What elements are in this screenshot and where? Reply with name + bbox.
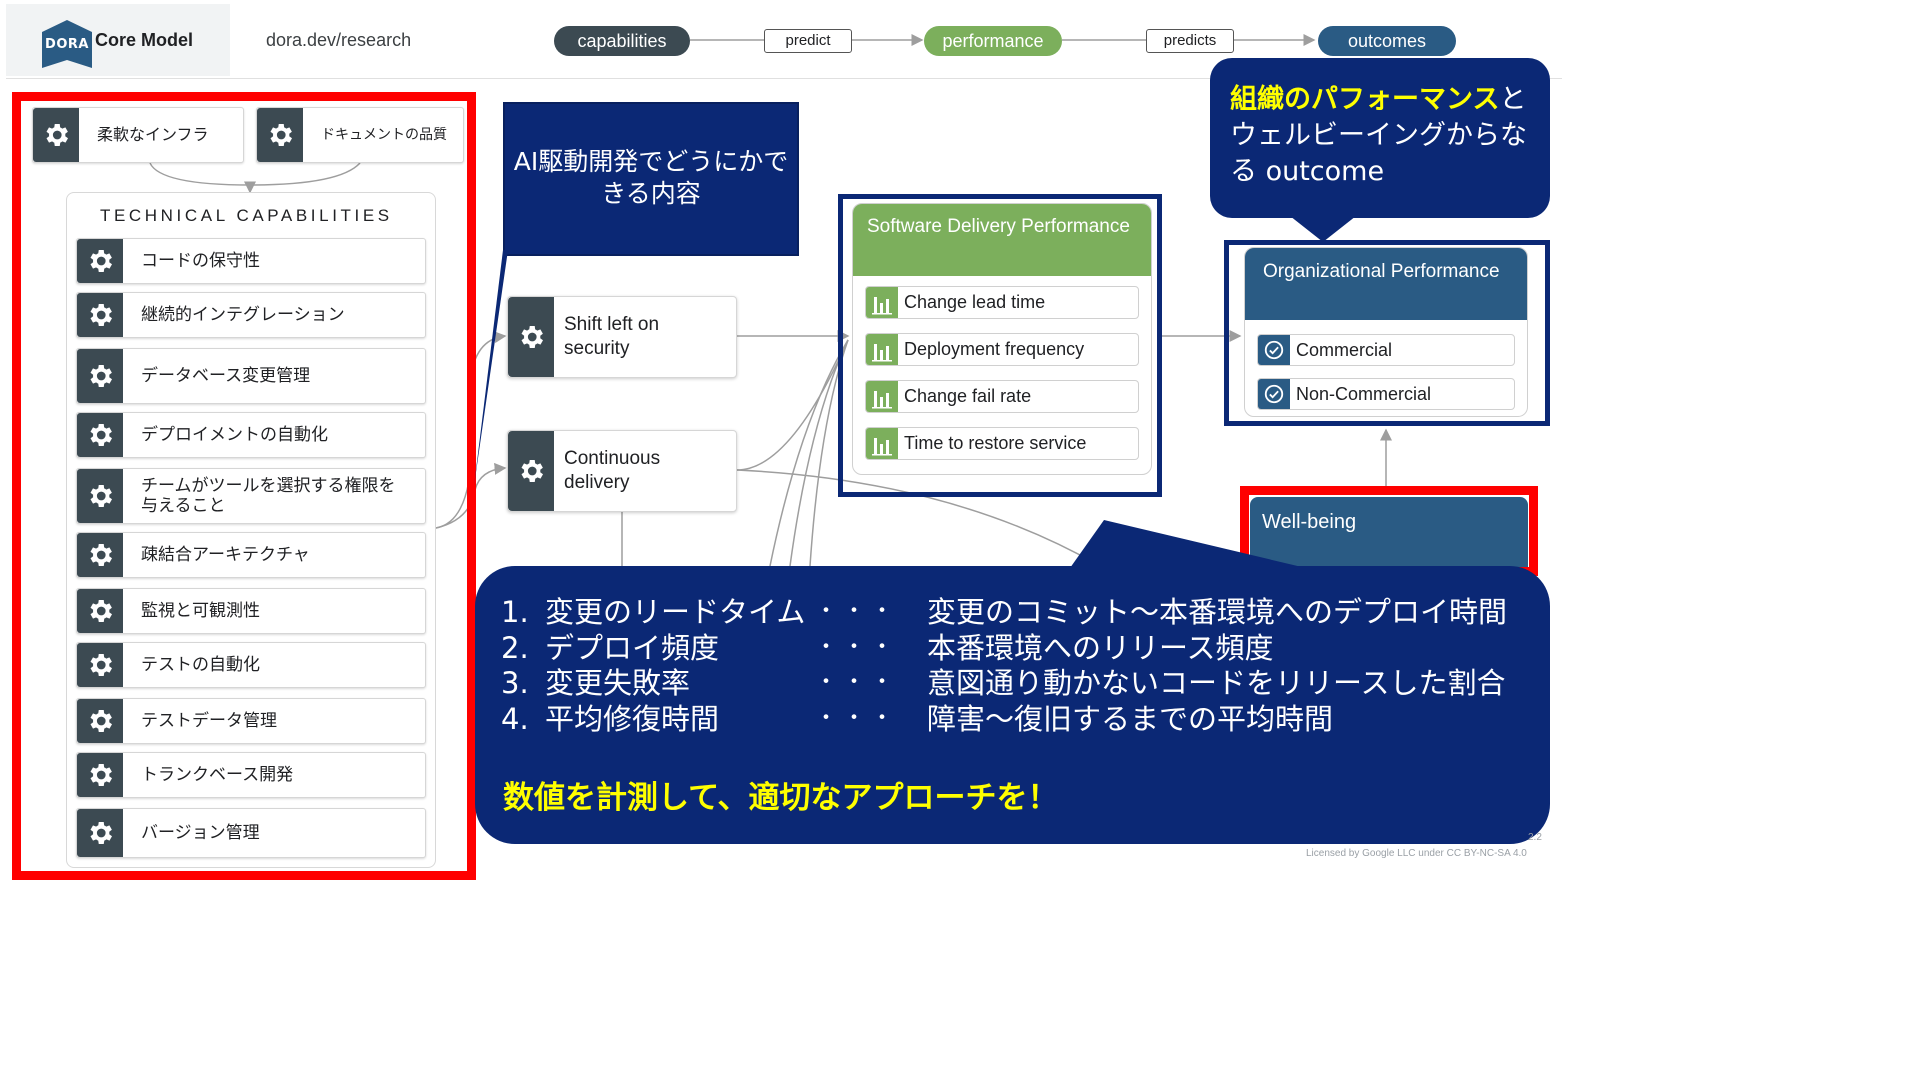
metric-definition-sep: ・・・ <box>815 599 900 624</box>
check-circle-icon <box>1258 335 1290 365</box>
delivery-metric-label: Time to restore service <box>904 433 1087 453</box>
flow-performance-pill: performance <box>924 26 1062 56</box>
research-url: dora.dev/research <box>266 30 412 50</box>
capability-shift-left-security: Shift left on security <box>507 296 737 378</box>
metric-definition-sep: ・・・ <box>815 670 900 695</box>
capability-continuous-delivery: Continuous delivery <box>507 430 737 512</box>
metric-definition-num: 3. <box>501 666 529 700</box>
software-delivery-title: Software Delivery Performance <box>853 204 1151 276</box>
metrics-callout-pointer <box>1070 520 1306 568</box>
gear-icon <box>508 297 554 377</box>
version-label: 2.2 <box>1528 832 1542 843</box>
organizational-item: Commercial <box>1257 334 1515 366</box>
bar-chart-icon <box>866 428 898 459</box>
capability-label: Shift left on security <box>564 314 660 359</box>
metric-definition-name: 平均修復時間 <box>545 701 720 736</box>
metric-definition-desc: 本番環境へのリリース頻度 <box>927 630 1274 665</box>
flow-outcomes-pill: outcomes <box>1318 26 1456 56</box>
delivery-metric-label: Deployment frequency <box>904 339 1085 359</box>
organizational-performance-title: Organizational Performance <box>1245 248 1527 320</box>
metrics-callout: 1. 変更のリードタイム ・・・ 変更のコミット～本番環境へのデプロイ時間 2. デプロイ… <box>475 566 1550 844</box>
organizational-item-label: Non-Commercial <box>1296 383 1432 404</box>
bar-chart-icon <box>866 287 898 318</box>
delivery-metric-item: Change fail rate <box>865 380 1139 413</box>
organizational-item: Non-Commercial <box>1257 378 1515 410</box>
outcome-callout-pointer <box>1290 216 1356 242</box>
software-delivery-performance-panel: Software Delivery Performance Change lea… <box>852 203 1152 475</box>
flow-capabilities-pill: capabilities <box>554 26 690 56</box>
capability-label: Continuous delivery <box>564 448 661 493</box>
metric-definition-name: デプロイ頻度 <box>545 630 720 665</box>
metric-definition-desc: 変更のコミット～本番環境へのデプロイ時間 <box>927 595 1508 629</box>
ai-driven-callout: AI駆動開発でどうにかできる内容 <box>503 102 799 256</box>
bar-chart-icon <box>866 381 898 412</box>
delivery-metric-label: Change lead time <box>904 292 1046 312</box>
delivery-metric-item: Change lead time <box>865 286 1139 319</box>
bar-chart-icon <box>866 334 898 365</box>
callout-pointer <box>474 250 508 486</box>
ai-callout-text: AI駆動開発でどうにかできる内容 <box>513 147 789 208</box>
gear-icon <box>508 431 554 511</box>
metric-definition-desc: 障害～復旧するまでの平均時間 <box>927 701 1334 736</box>
outcome-callout: 組織のパフォーマンスとウェルビーイングからなる outcome <box>1210 58 1550 218</box>
metric-definition-num: 4. <box>501 701 529 736</box>
metrics-call-to-action: 数値を計測して、適切なアプローチを！ <box>503 780 1059 816</box>
brand-title: Core Model <box>95 30 194 50</box>
metric-definition-name: 変更のリードタイム <box>545 595 806 629</box>
metric-definition-num: 2. <box>501 630 529 665</box>
license-text: Licensed by Google LLC under CC BY-NC-SA… <box>1306 848 1527 859</box>
flow-predicts-label: predicts <box>1146 29 1234 53</box>
delivery-metric-item: Time to restore service <box>865 427 1139 460</box>
metric-definition-num: 1. <box>501 595 529 629</box>
metric-definition-name: 変更失敗率 <box>545 666 691 700</box>
metric-definition-sep: ・・・ <box>815 634 900 660</box>
organizational-performance-panel: Organizational Performance Commercial Non… <box>1244 247 1528 417</box>
check-circle-icon <box>1258 379 1290 409</box>
outcome-highlight: 組織のパフォーマンス <box>1230 84 1500 115</box>
flow-predict-label: predict <box>764 29 852 53</box>
metric-definition-desc: 意図通り動かないコードをリリースした割合 <box>927 666 1506 700</box>
outcome-callout-text: 組織のパフォーマンスとウェルビーイングからなる outcome <box>1230 82 1530 190</box>
dora-logo-text: DORA <box>45 37 89 52</box>
delivery-metric-label: Change fail rate <box>904 386 1032 406</box>
organizational-item-label: Commercial <box>1296 339 1393 360</box>
metric-definition-sep: ・・・ <box>815 705 900 731</box>
delivery-metric-item: Deployment frequency <box>865 333 1139 366</box>
highlight-frame-capabilities <box>12 92 476 880</box>
